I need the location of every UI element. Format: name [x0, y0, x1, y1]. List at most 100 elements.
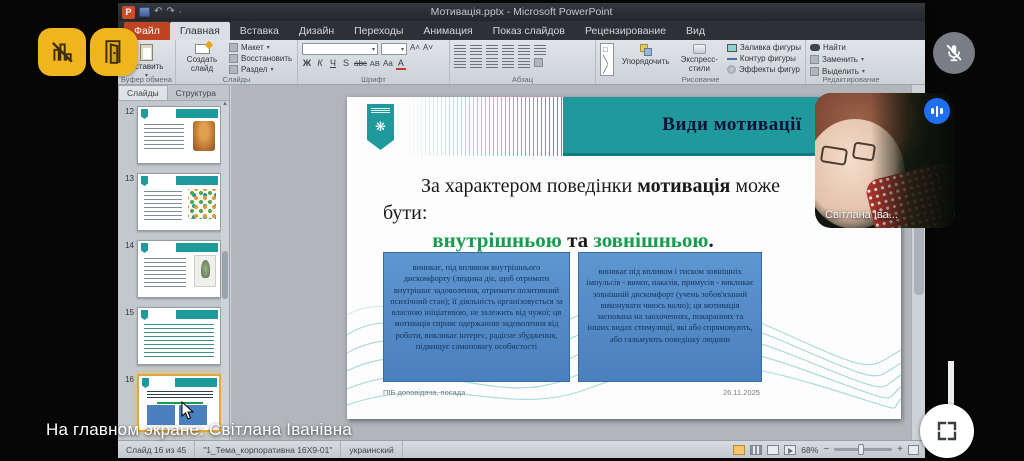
drawing-group: □ ╲ ╱ ▭ ○ ▭△ ⌒ ◇ ▽ ◠ ·☆ ∿ ( ) ✩ Упорядоч…	[596, 40, 806, 84]
slide-thumbnail-13[interactable]	[137, 173, 221, 231]
language-indicator[interactable]: украинский	[341, 441, 402, 458]
expand-button[interactable]	[920, 404, 974, 458]
scroll-up-icon[interactable]: ▲	[221, 101, 229, 107]
slideshow-icon[interactable]	[784, 445, 796, 455]
thumbnail-row: 13	[118, 173, 227, 231]
thumbnail-row: 14	[118, 240, 227, 298]
arrange-button[interactable]: Упорядочить	[620, 43, 672, 74]
font-name-combo[interactable]: ▾	[302, 43, 378, 55]
panel-tab-outline[interactable]: Структура	[168, 86, 224, 100]
tab-slideshow[interactable]: Показ слайдов	[483, 22, 575, 40]
status-bar: Слайд 16 из 45 "1_Тема_корпоративна 16Х9…	[118, 440, 925, 458]
qat-more-icon[interactable]: ▾	[179, 9, 182, 16]
numbering-icon[interactable]	[470, 45, 482, 55]
tab-review[interactable]: Рецензирование	[575, 22, 676, 40]
grow-font-icon[interactable]: А˄	[410, 43, 420, 55]
powerpoint-window: P ↶ ↷ ▾ Мотивація.pptx - Microsoft Power…	[118, 3, 925, 458]
find-button[interactable]: Найти	[810, 43, 892, 52]
font-size-combo[interactable]: ▾	[381, 43, 407, 55]
theme-name[interactable]: "1_Тема_корпоративна 16Х9-01"	[195, 441, 341, 458]
shape-outline-button[interactable]: Контур фигуры	[727, 54, 801, 63]
tab-insert[interactable]: Вставка	[230, 22, 289, 40]
layout-button[interactable]: Макет ▾	[229, 43, 292, 52]
fit-to-window-icon[interactable]	[908, 445, 919, 455]
intro-text[interactable]: За характером поведінки мотивація може б…	[383, 173, 813, 227]
text-shadow-button[interactable]: S	[341, 58, 351, 68]
zoom-slider[interactable]	[834, 448, 892, 451]
slides-group: Создать слайд Макет ▾ Восстановить Разде…	[176, 40, 298, 84]
slide-thumbnail-15[interactable]	[137, 307, 221, 365]
text-direction-icon[interactable]	[534, 45, 546, 55]
tab-home[interactable]: Главная	[170, 22, 230, 40]
intrinsic-motivation-box[interactable]: виникає, під впливом внутрішнього диском…	[383, 252, 570, 382]
exit-door-button[interactable]	[90, 28, 138, 76]
mic-muted-button[interactable]	[933, 32, 975, 74]
quick-styles-button[interactable]: Экспресс-стили	[678, 43, 721, 74]
arrange-icon	[640, 44, 652, 56]
change-case-button[interactable]: Аа	[383, 59, 393, 68]
grid-off-button[interactable]	[38, 28, 86, 76]
zoom-out-icon[interactable]: −	[823, 445, 829, 455]
panel-tab-slides[interactable]: Слайды	[118, 85, 168, 100]
decrease-indent-icon[interactable]	[486, 45, 498, 55]
italic-button[interactable]: К	[315, 58, 325, 68]
tab-view[interactable]: Вид	[676, 22, 715, 40]
increase-indent-icon[interactable]	[502, 45, 514, 55]
audio-indicator-icon[interactable]	[924, 98, 950, 124]
tab-design[interactable]: Дизайн	[289, 22, 344, 40]
dropdown-caret-icon: ▾	[270, 66, 273, 73]
participant-name: Світлана Іва...	[825, 209, 898, 221]
zoom-in-icon[interactable]: +	[897, 445, 903, 455]
title-bar[interactable]: P ↶ ↷ ▾ Мотивація.pptx - Microsoft Power…	[118, 3, 925, 21]
strikethrough-button[interactable]: abc	[354, 59, 367, 68]
terms-line[interactable]: внутрішньою та зовнішньою.	[383, 228, 763, 253]
slide-thumbnail-12[interactable]	[137, 106, 221, 164]
shapes-gallery[interactable]: □ ╲ ╱ ▭ ○ ▭△ ⌒ ◇ ▽ ◠ ·☆ ∿ ( ) ✩	[600, 43, 614, 76]
section-button[interactable]: Раздел ▾	[229, 65, 292, 74]
char-spacing-button[interactable]: АВ	[370, 59, 380, 68]
grid-slash-icon	[49, 39, 75, 65]
clipboard-icon	[140, 44, 153, 61]
slide-counter: Слайд 16 из 45	[118, 441, 195, 458]
align-center-icon[interactable]	[470, 58, 482, 68]
bold-button[interactable]: Ж	[302, 58, 312, 68]
underline-button[interactable]: Ч	[328, 58, 338, 68]
participant-video-tile[interactable]: Світлана Іва...	[815, 93, 955, 228]
bullets-icon[interactable]	[454, 45, 466, 55]
undo-icon[interactable]: ↶	[154, 7, 162, 17]
replace-icon	[810, 55, 819, 64]
tab-transitions[interactable]: Переходы	[344, 22, 413, 40]
normal-view-icon[interactable]	[733, 445, 745, 455]
save-icon[interactable]	[139, 7, 150, 17]
extrinsic-motivation-box[interactable]: виникає під впливом і тиском зовнішніх і…	[578, 252, 762, 382]
shield-logo-icon: ❋	[367, 104, 394, 150]
columns-icon[interactable]	[518, 58, 530, 68]
reading-view-icon[interactable]	[767, 445, 779, 455]
shrink-font-icon[interactable]: А˅	[423, 43, 433, 55]
font-group: ▾ ▾ А˄ А˅ Ж К Ч S abc АВ Аа А Шрифт	[298, 40, 450, 84]
smartart-convert-icon[interactable]	[534, 58, 543, 67]
replace-button[interactable]: Заменить ▾	[810, 55, 892, 64]
panel-scrollbar[interactable]: ▲	[221, 101, 229, 440]
reset-button[interactable]: Восстановить	[229, 54, 292, 63]
dropdown-caret-icon: ▾	[861, 56, 864, 63]
slide-sorter-icon[interactable]	[750, 445, 762, 455]
new-slide-button[interactable]: Создать слайд	[180, 43, 224, 74]
window-title: Мотивація.pptx - Microsoft PowerPoint	[118, 6, 925, 18]
font-color-button[interactable]: А	[396, 58, 406, 70]
align-left-icon[interactable]	[454, 58, 466, 68]
close-icon[interactable]: ✕	[224, 87, 230, 98]
editing-group: Найти Заменить ▾ Выделить ▾ Редактирован…	[806, 40, 896, 84]
slide-thumbnail-14[interactable]	[137, 240, 221, 298]
shape-effects-button[interactable]: Эффекты фигур	[727, 65, 801, 74]
dropdown-caret-icon: ▾	[267, 44, 270, 51]
align-right-icon[interactable]	[486, 58, 498, 68]
line-spacing-icon[interactable]	[518, 45, 530, 55]
justify-icon[interactable]	[502, 58, 514, 68]
reset-icon	[229, 54, 238, 63]
redo-icon[interactable]: ↷	[166, 7, 174, 17]
powerpoint-logo-icon[interactable]: P	[122, 6, 135, 19]
shape-fill-button[interactable]: Заливка фигуры	[727, 43, 801, 52]
tab-animation[interactable]: Анимация	[413, 22, 482, 40]
footer-date: 26.11.2025	[723, 388, 760, 397]
